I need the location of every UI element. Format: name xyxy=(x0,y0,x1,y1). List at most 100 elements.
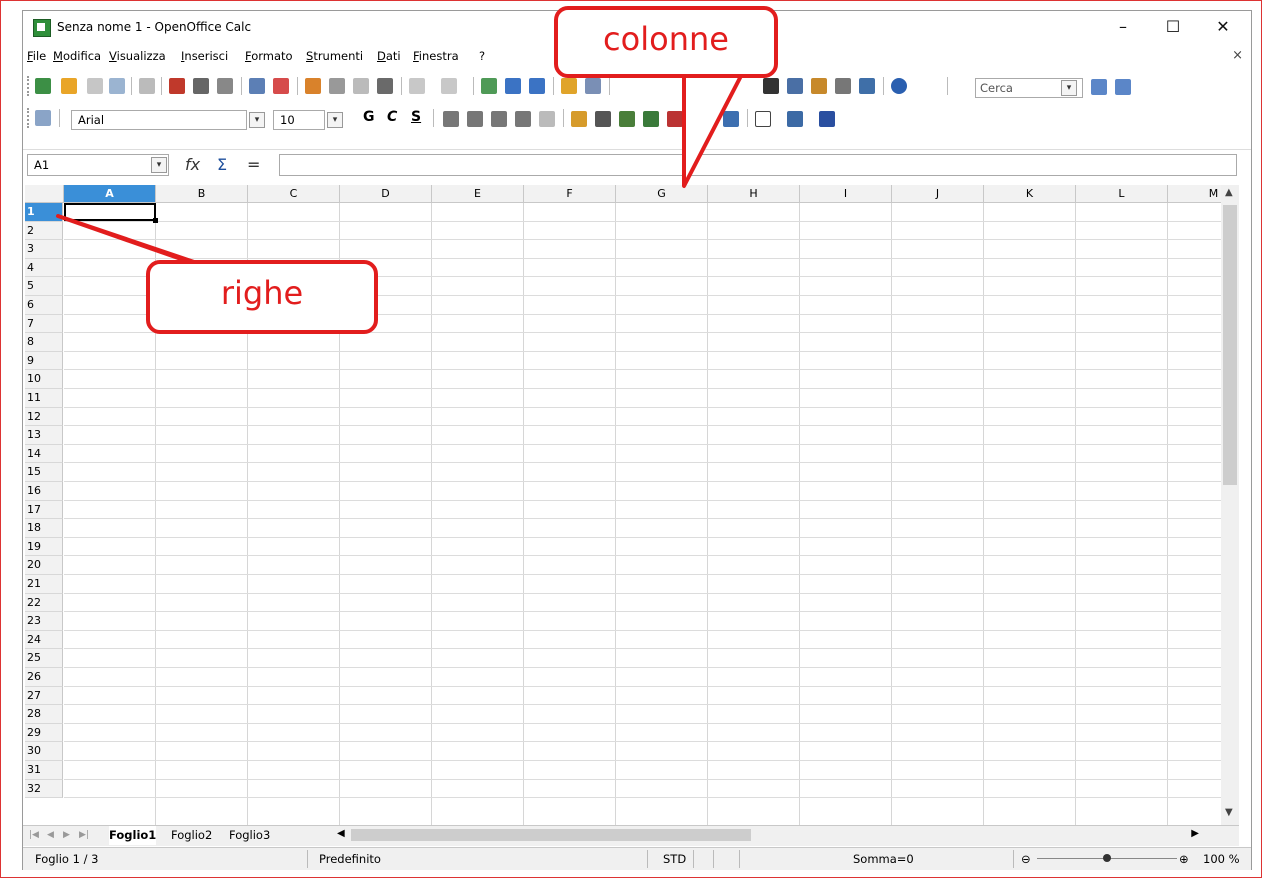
redo-icon[interactable] xyxy=(441,78,457,94)
edit-mode-icon[interactable] xyxy=(139,78,155,94)
row-header-11[interactable]: 11 xyxy=(25,389,63,408)
background-color-icon[interactable] xyxy=(787,111,803,127)
autospellcheck-icon[interactable] xyxy=(273,78,289,94)
row-header-30[interactable]: 30 xyxy=(25,742,63,761)
row-header-25[interactable]: 25 xyxy=(25,649,63,668)
zoom-out-icon[interactable]: ⊖ xyxy=(1021,852,1031,866)
last-sheet-icon[interactable]: ▶| xyxy=(79,830,89,840)
row-header-14[interactable]: 14 xyxy=(25,444,63,464)
font-name-dropdown-icon[interactable]: ▾ xyxy=(249,112,265,128)
styles-icon[interactable] xyxy=(35,110,51,126)
select-all-corner[interactable] xyxy=(25,185,64,203)
scroll-left-icon[interactable]: ◀ xyxy=(337,828,345,839)
cut-icon[interactable] xyxy=(305,78,321,94)
row-header-29[interactable]: 29 xyxy=(25,723,63,743)
align-center-icon[interactable] xyxy=(467,111,483,127)
merge-cells-icon[interactable] xyxy=(539,111,555,127)
row-header-21[interactable]: 21 xyxy=(25,575,63,594)
menu-inserisci[interactable]: Inserisci xyxy=(181,49,228,63)
first-sheet-icon[interactable]: |◀ xyxy=(29,830,39,840)
row-header-10[interactable]: 10 xyxy=(25,370,63,389)
italic-button[interactable]: C xyxy=(387,109,397,125)
column-header-m[interactable]: M xyxy=(1168,185,1221,203)
previous-sheet-icon[interactable]: ◀ xyxy=(47,830,54,840)
help-icon[interactable] xyxy=(891,78,907,94)
vertical-scroll-thumb[interactable] xyxy=(1223,205,1237,485)
sum-icon[interactable]: Σ xyxy=(217,155,227,174)
row-header-2[interactable]: 2 xyxy=(25,221,63,241)
selection-mode[interactable]: STD xyxy=(663,852,686,866)
zoom-percentage[interactable]: 100 % xyxy=(1203,852,1240,866)
scroll-right-icon[interactable]: ▶ xyxy=(1191,828,1199,839)
data-sources-icon[interactable] xyxy=(835,78,851,94)
row-header-32[interactable]: 32 xyxy=(25,779,63,799)
align-right-icon[interactable] xyxy=(491,111,507,127)
sheet-tab-foglio1[interactable]: Foglio1 xyxy=(109,826,157,845)
horizontal-scrollbar[interactable]: ◀ ▶ xyxy=(333,828,1203,842)
bold-button[interactable]: G xyxy=(363,109,375,125)
borders-icon[interactable] xyxy=(755,111,771,127)
navigator-icon[interactable] xyxy=(787,78,803,94)
underline-button[interactable]: S xyxy=(411,109,421,125)
percent-icon[interactable] xyxy=(595,111,611,127)
print-preview-icon[interactable] xyxy=(217,78,233,94)
sort-descending-icon[interactable] xyxy=(529,78,545,94)
formula-input[interactable] xyxy=(279,154,1237,176)
row-header-26[interactable]: 26 xyxy=(25,668,63,687)
row-header-7[interactable]: 7 xyxy=(25,314,63,334)
row-header-31[interactable]: 31 xyxy=(25,761,63,780)
search-dropdown-icon[interactable]: ▾ xyxy=(1061,80,1077,96)
menu-strumenti[interactable]: Strumenti xyxy=(306,49,363,63)
currency-icon[interactable] xyxy=(571,111,587,127)
column-header-j[interactable]: J xyxy=(892,185,984,203)
new-document-icon[interactable] xyxy=(35,78,51,94)
email-icon[interactable] xyxy=(109,78,125,94)
menu-dati[interactable]: Dati xyxy=(377,49,401,63)
font-color-icon[interactable] xyxy=(819,111,835,127)
column-header-d[interactable]: D xyxy=(340,185,432,203)
column-header-k[interactable]: K xyxy=(984,185,1076,203)
menu-formato[interactable]: Formato xyxy=(245,49,293,63)
maximize-button[interactable]: ☐ xyxy=(1163,17,1183,37)
row-header-18[interactable]: 18 xyxy=(25,519,63,538)
menu-help[interactable]: ? xyxy=(479,49,485,63)
close-document-icon[interactable]: × xyxy=(1232,48,1243,63)
column-header-f[interactable]: F xyxy=(524,185,616,203)
draw-functions-icon[interactable] xyxy=(585,78,601,94)
sheet-tab-foglio2[interactable]: Foglio2 xyxy=(171,826,212,844)
decrease-indent-icon[interactable] xyxy=(699,111,715,127)
open-icon[interactable] xyxy=(61,78,77,94)
name-box-dropdown-icon[interactable]: ▾ xyxy=(151,157,167,173)
justify-icon[interactable] xyxy=(515,111,531,127)
row-header-22[interactable]: 22 xyxy=(25,593,63,613)
column-header-g[interactable]: G xyxy=(616,185,708,203)
column-header-l[interactable]: L xyxy=(1076,185,1168,203)
copy-icon[interactable] xyxy=(329,78,345,94)
row-header-13[interactable]: 13 xyxy=(25,426,63,445)
gallery-icon[interactable] xyxy=(811,78,827,94)
find-replace-icon[interactable] xyxy=(763,78,779,94)
close-button[interactable]: ✕ xyxy=(1213,17,1233,37)
row-header-16[interactable]: 16 xyxy=(25,482,63,501)
standard-format-icon[interactable] xyxy=(619,111,635,127)
delete-decimal-icon[interactable] xyxy=(667,111,683,127)
row-header-19[interactable]: 19 xyxy=(25,537,63,557)
row-header-20[interactable]: 20 xyxy=(25,556,63,575)
clone-formatting-icon[interactable] xyxy=(377,78,393,94)
spellcheck-icon[interactable] xyxy=(249,78,265,94)
font-name-box[interactable]: Arial xyxy=(71,110,247,130)
horizontal-scroll-thumb[interactable] xyxy=(351,829,751,841)
column-header-i[interactable]: I xyxy=(800,185,892,203)
zoom-icon[interactable] xyxy=(859,78,875,94)
print-icon[interactable] xyxy=(193,78,209,94)
chart-icon[interactable] xyxy=(561,78,577,94)
increase-indent-icon[interactable] xyxy=(723,111,739,127)
row-header-27[interactable]: 27 xyxy=(25,686,63,706)
row-header-8[interactable]: 8 xyxy=(25,333,63,352)
row-header-3[interactable]: 3 xyxy=(25,240,63,259)
font-size-dropdown-icon[interactable]: ▾ xyxy=(327,112,343,128)
add-decimal-icon[interactable] xyxy=(643,111,659,127)
function-equals-icon[interactable]: = xyxy=(247,155,260,174)
row-header-4[interactable]: 4 xyxy=(25,258,63,278)
menu-visualizza[interactable]: Visualizza xyxy=(109,49,166,63)
